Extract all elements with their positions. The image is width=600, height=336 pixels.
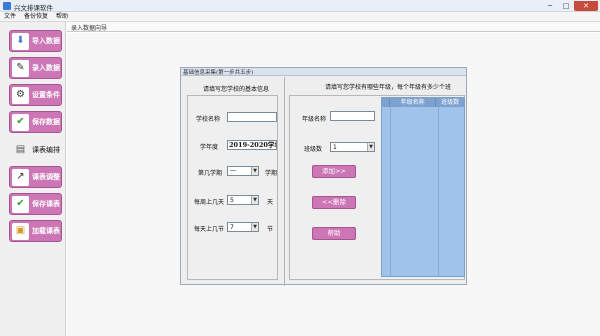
sidebar: ⬇ 导入数据 ✎ 录入数据 ⚙ 设置条件 ✔ 保存数据 ▤ 课表编排 ↗ 课表调…: [0, 22, 66, 336]
maximize-button[interactable]: □: [558, 1, 574, 11]
menu-backup-restore[interactable]: 备份恢复: [24, 12, 48, 21]
chevron-down-icon: ▼: [367, 143, 374, 151]
menu-help[interactable]: 帮助: [56, 12, 68, 21]
class-count-column[interactable]: 班级数: [436, 98, 464, 107]
window-controls: ─ □ ✕: [542, 1, 598, 11]
sidebar-item-label: 录入数据: [32, 64, 60, 72]
sidebar-item-load-schedule[interactable]: ▣ 加载课表: [9, 220, 62, 242]
sidebar-item-schedule-adjust[interactable]: ↗ 课表调整: [9, 166, 62, 188]
dialog-title: 基础信息采集(第一步共五步): [183, 70, 254, 76]
edit-form-icon: ✎: [12, 59, 29, 77]
column-divider: [438, 107, 439, 277]
app-icon: [3, 2, 11, 10]
school-year-input[interactable]: 2019-2020学年度: [227, 140, 277, 150]
sidebar-item-import-data[interactable]: ⬇ 导入数据: [9, 30, 62, 52]
school-name-input[interactable]: [227, 112, 277, 122]
close-button[interactable]: ✕: [574, 1, 598, 11]
help-button[interactable]: 帮助: [312, 227, 356, 240]
dialog-title-bar: 基础信息采集(第一步共五步): [181, 68, 466, 76]
chevron-down-icon: ▼: [251, 196, 258, 204]
class-count-value: 1: [333, 144, 337, 151]
grades-table[interactable]: 年级名称 班级数: [381, 97, 465, 277]
dialog-divider: [284, 77, 285, 286]
sidebar-item-label: 加载课表: [32, 227, 60, 235]
add-grade-button[interactable]: 添加>>: [312, 165, 356, 178]
breadcrumb: 录入数据向导: [67, 22, 600, 32]
periods-per-day-label: 每天上几节: [194, 226, 225, 233]
class-count-label: 班级数: [304, 146, 323, 153]
days-per-week-label: 每周上几天: [194, 199, 225, 206]
sidebar-item-label: 导入数据: [32, 37, 60, 45]
sidebar-item-label: 课表编排: [32, 146, 60, 154]
grade-name-column[interactable]: 年级名称: [390, 98, 437, 107]
school-name-label: 学校名称: [196, 116, 221, 123]
adjust-icon: ↗: [12, 168, 29, 186]
periods-per-day-value: 7: [230, 224, 234, 231]
chevron-down-icon: ▼: [251, 223, 258, 231]
sidebar-item-save-schedule[interactable]: ✔ 保存课表: [9, 193, 62, 215]
sidebar-item-enter-data[interactable]: ✎ 录入数据: [9, 57, 62, 79]
sidebar-item-label: 保存课表: [32, 200, 60, 208]
days-per-week-value: 5: [230, 197, 234, 204]
row-header-column: [382, 98, 390, 107]
periods-per-day-select[interactable]: 7 ▼: [227, 222, 259, 232]
sidebar-item-save-data[interactable]: ✔ 保存数据: [9, 111, 62, 133]
semester-select[interactable]: 一 ▼: [227, 166, 259, 176]
window-title: 兴文排课软件: [14, 4, 53, 12]
sidebar-item-label: 设置条件: [32, 91, 60, 99]
save-icon: ✔: [12, 113, 29, 131]
days-per-week-select[interactable]: 5 ▼: [227, 195, 259, 205]
save-schedule-icon: ✔: [12, 195, 29, 213]
menu-file[interactable]: 文件: [4, 12, 16, 21]
school-year-label: 学年度: [200, 144, 219, 151]
chevron-down-icon: ▼: [251, 167, 258, 175]
minimize-button[interactable]: ─: [542, 1, 558, 11]
grades-heading: 请填写您学校有哪些年级，每个年级有多少个班: [325, 84, 452, 91]
breadcrumb-text: 录入数据向导: [71, 25, 108, 32]
days-unit: 天: [267, 199, 274, 206]
sidebar-item-set-conditions[interactable]: ⚙ 设置条件: [9, 84, 62, 106]
load-icon: ▣: [12, 222, 29, 240]
sidebar-item-label: 保存数据: [32, 118, 60, 126]
semester-label: 第几学期: [198, 170, 223, 177]
delete-grade-button[interactable]: <<删除: [312, 196, 356, 209]
table-header: 年级名称 班级数: [382, 98, 464, 107]
class-count-select[interactable]: 1 ▼: [330, 142, 375, 152]
semester-unit: 学期: [265, 170, 278, 177]
title-bar: 兴文排课软件 ─ □ ✕: [0, 0, 600, 12]
sidebar-item-schedule-arrange[interactable]: ▤ 课表编排: [9, 139, 62, 161]
settings-icon: ⚙: [12, 86, 29, 104]
grade-name-input[interactable]: [330, 111, 375, 121]
grade-name-label: 年级名称: [302, 116, 327, 123]
import-icon: ⬇: [12, 32, 29, 50]
basic-info-heading: 请填写您学校的基本信息: [203, 86, 270, 93]
printer-icon: ▤: [15, 144, 26, 155]
menu-bar: 文件 备份恢复 帮助: [0, 12, 600, 22]
column-divider: [390, 107, 391, 277]
sidebar-item-label: 课表调整: [32, 173, 60, 181]
semester-value: 一: [230, 168, 237, 175]
periods-unit: 节: [267, 226, 274, 233]
